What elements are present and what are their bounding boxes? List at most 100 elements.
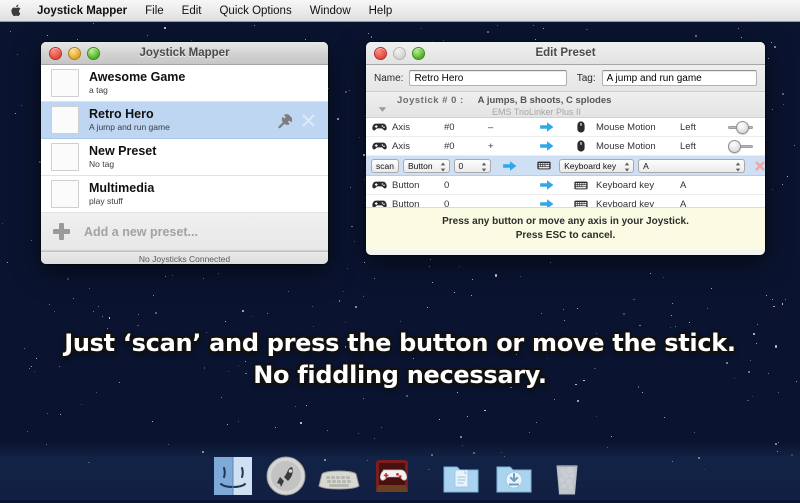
scan-button[interactable]: scan	[371, 159, 399, 173]
window-controls[interactable]	[41, 47, 100, 60]
bind-target-value: Left	[680, 122, 728, 133]
tag-input[interactable]	[602, 70, 757, 86]
bind-slider-cell	[728, 121, 765, 133]
close-x-icon[interactable]	[301, 113, 316, 128]
preset-row-awesome-game[interactable]: Awesome Game a tag	[41, 65, 328, 102]
joystick-device-name: EMS TrioLinker Plus II	[492, 107, 611, 117]
preset-list: Awesome Game a tag Retro Hero A jump and…	[41, 65, 328, 213]
edit-preset-window[interactable]: Edit Preset Name: Tag: Joystick # 0 : A j…	[366, 42, 765, 255]
trash-icon[interactable]	[545, 454, 589, 498]
slider-knob[interactable]	[736, 121, 749, 134]
joystick-description: A jumps, B shoots, C splodes	[478, 95, 612, 106]
preset-row-new-preset[interactable]: New Preset No tag	[41, 139, 328, 176]
wrench-icon[interactable]	[275, 112, 292, 129]
joystick-group-titles: Joystick # 0 : A jumps, B shoots, C splod…	[397, 95, 611, 117]
bind-source-number: #0	[444, 122, 488, 133]
bind-row[interactable]: Axis #0 – Mouse Motion Left	[366, 118, 765, 137]
menu-app-name[interactable]: Joystick Mapper	[37, 0, 136, 22]
mouse-icon	[566, 121, 596, 133]
arrow-right-icon	[528, 140, 566, 152]
preset-text: Awesome Game a tag	[89, 71, 185, 96]
close-button[interactable]	[374, 47, 387, 60]
close-button[interactable]	[49, 47, 62, 60]
keyboard-app-icon[interactable]	[317, 454, 361, 498]
arrow-right-icon	[528, 179, 566, 191]
name-label: Name:	[374, 73, 403, 84]
edit-preset-titlebar[interactable]: Edit Preset	[366, 42, 765, 65]
slider-knob[interactable]	[728, 140, 741, 153]
stepper-arrows-icon	[735, 162, 741, 172]
scan-action-popup[interactable]: Keyboard key	[559, 159, 634, 173]
minimize-button-disabled	[393, 47, 406, 60]
zoom-button[interactable]	[412, 47, 425, 60]
launchpad-icon[interactable]	[264, 454, 308, 498]
joystick-mapper-icon[interactable]	[370, 454, 414, 498]
joystick-group-header[interactable]: Joystick # 0 : A jumps, B shoots, C splod…	[366, 92, 765, 118]
bind-source-type: Axis	[392, 141, 444, 152]
stepper-arrows-icon	[481, 162, 487, 172]
joystick-label: Joystick # 0 :	[397, 95, 464, 106]
preset-thumbnail	[51, 69, 79, 97]
bind-source-number: #0	[444, 141, 488, 152]
binds-list: Joystick # 0 : A jumps, B shoots, C splod…	[366, 92, 765, 250]
preset-name: Retro Hero	[89, 108, 170, 121]
scan-source-type-popup[interactable]: Button	[403, 159, 450, 173]
menu-item-edit[interactable]: Edit	[173, 0, 211, 22]
scan-source-type-value: Button	[408, 161, 433, 171]
chevron-down-icon[interactable]	[378, 100, 387, 107]
scan-instruction-line1: Press any button or move any axis in you…	[442, 215, 689, 229]
sensitivity-slider[interactable]	[728, 140, 753, 152]
zoom-button[interactable]	[87, 47, 100, 60]
preset-fields-bar: Name: Tag:	[366, 65, 765, 92]
finder-icon[interactable]	[211, 454, 255, 498]
preset-tag: No tag	[89, 159, 156, 170]
preset-thumbnail	[51, 143, 79, 171]
downloads-folder-icon[interactable]	[492, 454, 536, 498]
bind-source-type: Axis	[392, 122, 444, 133]
scan-source-number-popup[interactable]: 0	[454, 159, 492, 173]
menu-item-window[interactable]: Window	[301, 0, 360, 22]
sensitivity-slider[interactable]	[728, 121, 753, 133]
preset-row-actions	[275, 112, 328, 129]
documents-folder-icon[interactable]	[439, 454, 483, 498]
joystick-mapper-titlebar[interactable]: Joystick Mapper	[41, 42, 328, 65]
bind-row[interactable]: Axis #0 + Mouse Motion Left	[366, 137, 765, 156]
marketing-caption: Just ‘scan’ and press the button or move…	[0, 327, 800, 391]
window-controls[interactable]	[366, 47, 425, 60]
stepper-arrows-icon	[440, 162, 446, 172]
scan-key-popup[interactable]: A	[638, 159, 745, 173]
scan-action-value: Keyboard key	[564, 161, 616, 171]
plus-icon	[53, 223, 70, 240]
delete-bind-icon[interactable]	[755, 161, 765, 171]
scan-bind-row[interactable]: scan Button 0	[366, 156, 765, 176]
bind-target-action: Mouse Motion	[596, 122, 680, 133]
keyboard-icon	[529, 161, 559, 170]
caption-line-1: Just ‘scan’ and press the button or move…	[0, 327, 800, 359]
preset-text: Retro Hero A jump and run game	[89, 108, 170, 133]
menu-item-file[interactable]: File	[136, 0, 173, 22]
preset-tag: A jump and run game	[89, 122, 170, 133]
minimize-button[interactable]	[68, 47, 81, 60]
bind-source-sign: +	[488, 141, 528, 152]
gamepad-icon	[366, 122, 392, 132]
preset-text: New Preset No tag	[89, 145, 156, 170]
keyboard-icon	[566, 181, 596, 190]
menu-item-quick-options[interactable]: Quick Options	[210, 0, 300, 22]
joystick-mapper-window[interactable]: Joystick Mapper Awesome Game a tag Retro…	[41, 42, 328, 264]
stepper-arrows-icon	[624, 162, 630, 172]
menu-item-help[interactable]: Help	[360, 0, 402, 22]
preset-thumbnail	[51, 180, 79, 208]
joystick-group-line1: Joystick # 0 : A jumps, B shoots, C splod…	[397, 95, 611, 106]
bind-row[interactable]: Button 0 Keyboard key A	[366, 176, 765, 195]
scan-source-number-value: 0	[459, 161, 464, 171]
name-input[interactable]	[409, 70, 566, 86]
add-new-preset-label: Add a new preset...	[84, 225, 198, 239]
apple-logo-icon[interactable]	[10, 3, 23, 18]
bind-slider-cell	[728, 140, 765, 152]
preset-row-retro-hero[interactable]: Retro Hero A jump and run game	[41, 102, 328, 139]
preset-row-multimedia[interactable]: Multimedia play stuff	[41, 176, 328, 213]
add-new-preset-row[interactable]: Add a new preset...	[41, 213, 328, 251]
preset-tag: play stuff	[89, 196, 154, 207]
bind-source-sign: –	[488, 122, 528, 133]
window-title: Edit Preset	[366, 42, 765, 64]
